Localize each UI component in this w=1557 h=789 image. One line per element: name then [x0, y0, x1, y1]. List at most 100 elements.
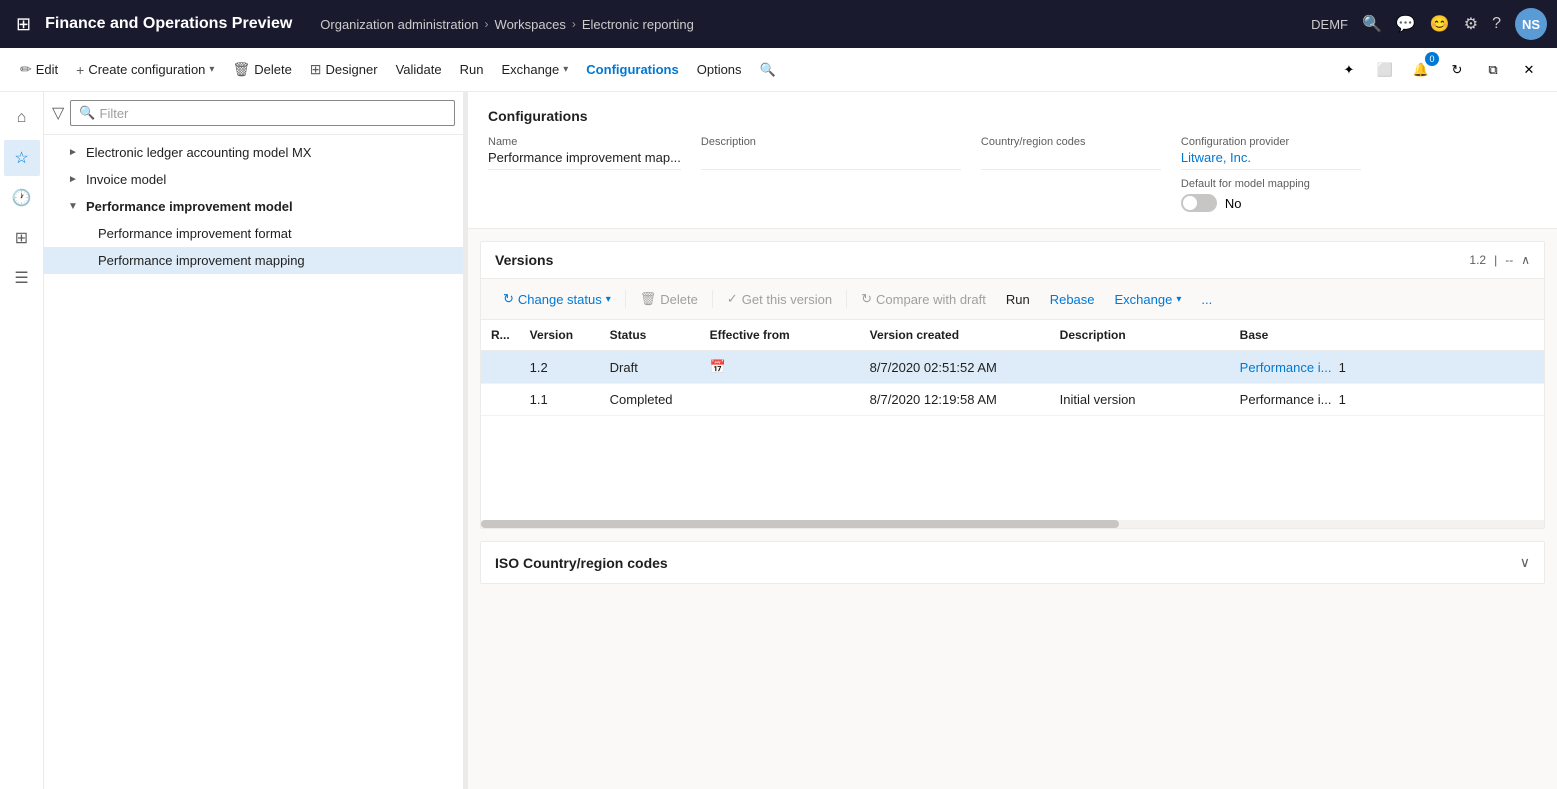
col-header-description: Description — [1050, 320, 1230, 351]
cell-status: Completed — [600, 384, 700, 416]
exchange-chevron-icon: ▾ — [563, 64, 568, 75]
exchange-button[interactable]: Exchange ▾ — [493, 56, 576, 83]
cell-version: 1.1 — [520, 384, 600, 416]
cell-base: Performance i... 1 — [1230, 384, 1544, 416]
notification-icon[interactable]: 🔔 0 — [1405, 54, 1437, 86]
col-header-status: Status — [600, 320, 700, 351]
breadcrumb-item-3[interactable]: Electronic reporting — [582, 17, 694, 32]
filter-placeholder: Filter — [100, 106, 129, 121]
tree-content: ► Electronic ledger accounting model MX … — [44, 135, 463, 789]
configurations-button[interactable]: Configurations — [578, 56, 686, 83]
open-new-icon[interactable]: ⧉ — [1477, 54, 1509, 86]
tree-item-perf-format[interactable]: Performance improvement format — [44, 220, 463, 247]
fullscreen-icon[interactable]: ⬜ — [1369, 54, 1401, 86]
iso-title: ISO Country/region codes — [495, 555, 668, 571]
breadcrumb-item-1[interactable]: Organization administration — [320, 17, 478, 32]
versions-exchange-button[interactable]: Exchange ▾ — [1107, 288, 1190, 311]
config-provider-label: Configuration provider — [1181, 136, 1361, 148]
nav-modules-icon[interactable]: ☰ — [4, 260, 40, 296]
command-right-actions: ✦ ⬜ 🔔 0 ↻ ⧉ ✕ — [1333, 54, 1545, 86]
search-cmd-button[interactable]: 🔍 — [752, 56, 784, 84]
breadcrumb-chevron-1: › — [485, 17, 489, 31]
col-header-version: Version — [520, 320, 600, 351]
config-name-field: Name Performance improvement map... — [488, 136, 681, 170]
main-layout: ⌂ ☆ 🕐 ⊞ ☰ ▽ 🔍 Filter ► Electronic ledger… — [0, 92, 1557, 789]
filter-input-wrapper[interactable]: 🔍 Filter — [70, 100, 455, 126]
user-avatar[interactable]: NS — [1515, 8, 1547, 40]
nav-recent-icon[interactable]: 🕐 — [4, 180, 40, 216]
cell-description: Initial version — [1050, 384, 1230, 416]
tree-item-label: Performance improvement format — [98, 226, 292, 241]
close-icon[interactable]: ✕ — [1513, 54, 1545, 86]
table-row[interactable]: 1.2 Draft 📅 8/7/2020 02:51:52 AM Perform… — [481, 351, 1544, 384]
cell-effective: 📅 — [700, 351, 860, 384]
content-area: Configurations Name Performance improvem… — [468, 92, 1557, 789]
config-description-label: Description — [701, 136, 961, 148]
config-provider-value[interactable]: Litware, Inc. — [1181, 150, 1361, 170]
tree-item-elam[interactable]: ► Electronic ledger accounting model MX — [44, 139, 463, 166]
get-version-button[interactable]: ✓ Get this version — [719, 287, 840, 311]
iso-section: ISO Country/region codes ∨ — [480, 541, 1545, 584]
calendar-icon[interactable]: 📅 — [710, 359, 726, 374]
config-fields: Name Performance improvement map... Desc… — [488, 136, 1537, 212]
config-mapping-toggle-row: No — [1181, 194, 1361, 212]
versions-toolbar: ↻ Change status ▾ 🗑 Delete ✓ Get this ve… — [481, 279, 1544, 320]
options-button[interactable]: Options — [689, 56, 750, 83]
versions-more-button[interactable]: ... — [1193, 288, 1220, 311]
config-description-value — [701, 150, 961, 170]
versions-delete-button[interactable]: 🗑 Delete — [632, 287, 706, 311]
emoji-icon[interactable]: 😊 — [1430, 14, 1450, 34]
versions-collapse-icon[interactable]: ∧ — [1521, 253, 1530, 267]
search-icon[interactable]: 🔍 — [1362, 14, 1382, 34]
iso-header[interactable]: ISO Country/region codes ∨ — [481, 542, 1544, 583]
config-mapping-toggle[interactable] — [1181, 194, 1217, 212]
tree-item-perf-mapping[interactable]: Performance improvement mapping — [44, 247, 463, 274]
delete-button[interactable]: 🗑 Delete — [224, 55, 299, 84]
run-button[interactable]: Run — [452, 56, 492, 83]
versions-number: 1.2 — [1469, 253, 1486, 267]
change-status-button[interactable]: ↻ Change status ▾ — [495, 287, 619, 311]
chat-icon[interactable]: 💬 — [1396, 14, 1416, 34]
tree-funnel-icon[interactable]: ▽ — [52, 103, 64, 123]
rebase-button[interactable]: Rebase — [1042, 288, 1103, 311]
versions-dash: -- — [1505, 253, 1513, 267]
nav-star-icon[interactable]: ☆ — [4, 140, 40, 176]
horizontal-scrollbar[interactable] — [481, 520, 1544, 528]
refresh-icon[interactable]: ↻ — [1441, 54, 1473, 86]
validate-button[interactable]: Validate — [388, 56, 450, 83]
app-grid-icon[interactable]: ⊞ — [10, 8, 37, 41]
versions-delete-icon: 🗑 — [640, 291, 657, 307]
table-row[interactable]: 1.1 Completed 8/7/2020 12:19:58 AM Initi… — [481, 384, 1544, 416]
config-mapping-label: Default for model mapping — [1181, 178, 1361, 190]
nav-workspaces-icon[interactable]: ⊞ — [4, 220, 40, 256]
versions-header: Versions 1.2 | -- ∧ — [481, 242, 1544, 279]
command-bar: ✏ Edit + Create configuration ▾ 🗑 Delete… — [0, 48, 1557, 92]
create-chevron-icon: ▾ — [209, 64, 214, 75]
breadcrumb-item-2[interactable]: Workspaces — [495, 17, 566, 32]
toolbar-sep-3 — [846, 290, 847, 308]
cell-effective — [700, 384, 860, 416]
help-icon[interactable]: ? — [1492, 15, 1501, 33]
settings-icon[interactable]: ⚙ — [1464, 14, 1478, 34]
config-provider-section: Configuration provider Litware, Inc. Def… — [1181, 136, 1361, 212]
versions-exchange-chevron: ▾ — [1176, 294, 1181, 305]
base-link[interactable]: Performance i... — [1240, 360, 1332, 375]
toggle-knob — [1183, 196, 1197, 210]
versions-run-button[interactable]: Run — [998, 288, 1038, 311]
cell-created: 8/7/2020 02:51:52 AM — [860, 351, 1050, 384]
versions-table-head: R... Version Status Effective from Versi… — [481, 320, 1544, 351]
designer-button[interactable]: ⊞ Designer — [302, 55, 386, 84]
tree-item-perf-model[interactable]: ▼ Performance improvement model — [44, 193, 463, 220]
versions-section: Versions 1.2 | -- ∧ ↻ Change status ▾ 🗑 … — [480, 241, 1545, 529]
toolbar-sep-1 — [625, 290, 626, 308]
versions-meta: 1.2 | -- ∧ — [1469, 253, 1530, 267]
tree-item-label: Invoice model — [86, 172, 166, 187]
create-configuration-button[interactable]: + Create configuration ▾ — [68, 56, 222, 84]
nav-home-icon[interactable]: ⌂ — [4, 100, 40, 136]
delete-icon: 🗑 — [232, 61, 250, 78]
tree-item-invoice[interactable]: ► Invoice model — [44, 166, 463, 193]
compare-draft-button[interactable]: ↻ Compare with draft — [853, 287, 994, 311]
nav-sidebar: ⌂ ☆ 🕐 ⊞ ☰ — [0, 92, 44, 789]
personalize-icon[interactable]: ✦ — [1333, 54, 1365, 86]
edit-button[interactable]: ✏ Edit — [12, 55, 66, 84]
